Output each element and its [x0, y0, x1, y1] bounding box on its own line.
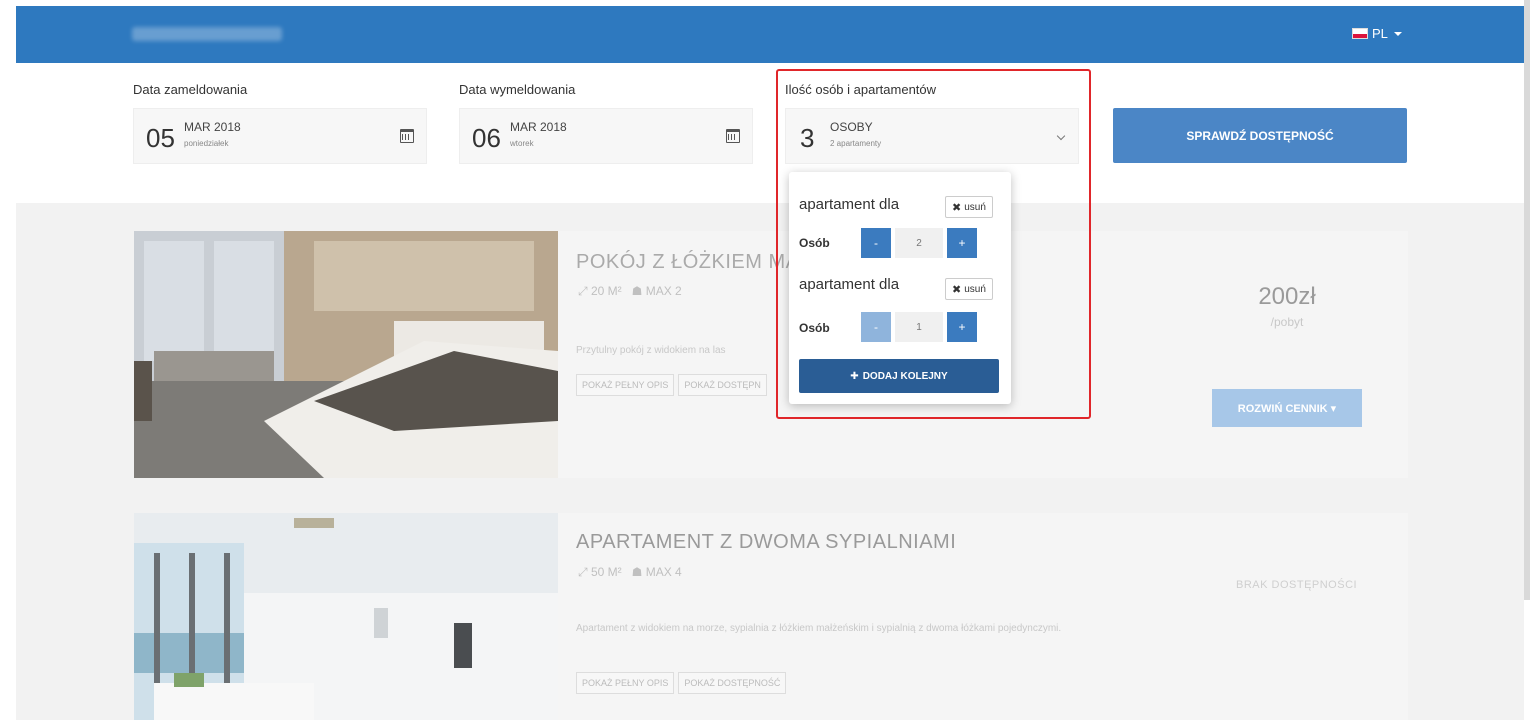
room-links: POKAŻ PEŁNY OPIS POKAŻ DOSTĘPN — [576, 374, 771, 396]
search-panel: Data zameldowania 05 MAR 2018 poniedział… — [16, 63, 1524, 203]
language-selector[interactable]: PL — [1352, 26, 1402, 41]
room-photo — [134, 231, 558, 478]
room-results: POKÓJ Z ŁÓŻKIEM MA ⤢ 20 M² ☗ MAX 2 Przyt… — [16, 203, 1524, 720]
persons-stepper: - 1 + — [861, 312, 977, 342]
caret-down-icon — [1393, 31, 1402, 36]
decrement-button[interactable]: - — [861, 312, 891, 342]
price-unit: /pobyt — [1270, 315, 1304, 329]
room-title: APARTAMENT Z DWOMA SYPIALNIAMI — [576, 531, 957, 553]
room-area: ⤢ 50 M² — [578, 565, 622, 579]
decrement-button[interactable]: - — [861, 228, 891, 258]
remove-apartment-button[interactable]: ✖ usuń — [945, 196, 993, 218]
persons-stepper: - 2 + — [861, 228, 977, 258]
add-apartment-button[interactable]: ✚ DODAJ KOLEJNY — [799, 359, 999, 393]
checkout-month: MAR 2018 — [510, 120, 567, 134]
persons-value[interactable]: 2 — [895, 228, 943, 258]
checkin-date-field[interactable]: 05 MAR 2018 poniedziałek — [133, 108, 427, 164]
booking-page: PL Data zameldowania 05 MAR 2018 poniedz… — [0, 0, 1530, 720]
apartment-label: apartament dla — [799, 276, 900, 293]
room-description: Przytulny pokój z widokiem na las — [576, 345, 726, 356]
room-photo — [134, 513, 558, 720]
room-max: ☗ MAX 2 — [631, 284, 682, 298]
room-description: Apartament z widokiem na morze, sypialni… — [576, 623, 1062, 634]
apartments-count: 2 apartamenty — [830, 139, 882, 148]
room-card: APARTAMENT Z DWOMA SYPIALNIAMI ⤢ 50 M² ☗… — [134, 513, 1408, 720]
persons-value[interactable]: 1 — [895, 312, 943, 342]
guests-label: Ilość osób i apartamentów — [785, 82, 937, 97]
persons-label: Osób — [799, 321, 830, 335]
availability-link[interactable]: POKAŻ DOSTĘPNOŚĆ — [678, 672, 787, 694]
room-max: ☗ MAX 4 — [631, 565, 682, 579]
room-card: POKÓJ Z ŁÓŻKIEM MA ⤢ 20 M² ☗ MAX 2 Przyt… — [134, 231, 1408, 478]
increment-button[interactable]: + — [947, 312, 977, 342]
room-area: ⤢ 20 M² — [578, 284, 622, 298]
checkout-date-field[interactable]: 06 MAR 2018 wtorek — [459, 108, 753, 164]
close-icon: ✖ — [952, 283, 962, 296]
chevron-down-icon — [1056, 131, 1066, 141]
expand-pricing-button[interactable]: ROZWIŃ CENNIK ▾ — [1212, 389, 1362, 427]
persons-label: Osób — [799, 236, 830, 250]
checkout-day: 06 — [472, 123, 501, 153]
checkout-weekday: wtorek — [510, 139, 534, 148]
room-meta: ⤢ 20 M² ☗ MAX 2 — [578, 284, 682, 299]
checkin-day: 05 — [146, 123, 175, 153]
increment-button[interactable]: + — [947, 228, 977, 258]
guests-count: 3 — [800, 123, 815, 153]
apartment-label: apartament dla — [799, 196, 900, 213]
plus-icon: ✚ — [850, 370, 859, 382]
availability-link[interactable]: POKAŻ DOSTĘPN — [678, 374, 767, 396]
language-code: PL — [1372, 26, 1388, 41]
room-title: POKÓJ Z ŁÓŻKIEM MA — [576, 251, 800, 273]
calendar-icon[interactable] — [400, 129, 414, 143]
checkout-label: Data wymeldowania — [459, 82, 576, 97]
checkin-month: MAR 2018 — [184, 120, 241, 134]
page-scrollbar[interactable] — [1524, 0, 1530, 600]
check-availability-button[interactable]: SPRAWDŹ DOSTĘPNOŚĆ — [1113, 108, 1407, 163]
guests-dropdown: apartament dla ✖ usuń Osób - 2 + apartam… — [789, 172, 1011, 404]
brand-logo-blurred — [132, 27, 282, 41]
poland-flag-icon — [1352, 28, 1368, 39]
room-meta: ⤢ 50 M² ☗ MAX 4 — [578, 565, 682, 580]
top-navbar: PL — [16, 6, 1524, 63]
full-description-link[interactable]: POKAŻ PEŁNY OPIS — [576, 672, 675, 694]
room-links: POKAŻ PEŁNY OPIS POKAŻ DOSTĘPNOŚĆ — [576, 672, 790, 694]
checkin-weekday: poniedziałek — [184, 139, 229, 148]
guests-unit: OSOBY — [830, 120, 873, 134]
remove-apartment-button[interactable]: ✖ usuń — [945, 278, 993, 300]
calendar-icon[interactable] — [726, 129, 740, 143]
guests-select[interactable]: 3 OSOBY 2 apartamenty — [785, 108, 1079, 164]
room-price: 200zł — [1258, 283, 1316, 310]
close-icon: ✖ — [952, 201, 962, 214]
no-availability-label: BRAK DOSTĘPNOŚCI — [1236, 579, 1358, 591]
full-description-link[interactable]: POKAŻ PEŁNY OPIS — [576, 374, 675, 396]
checkin-label: Data zameldowania — [133, 82, 248, 97]
